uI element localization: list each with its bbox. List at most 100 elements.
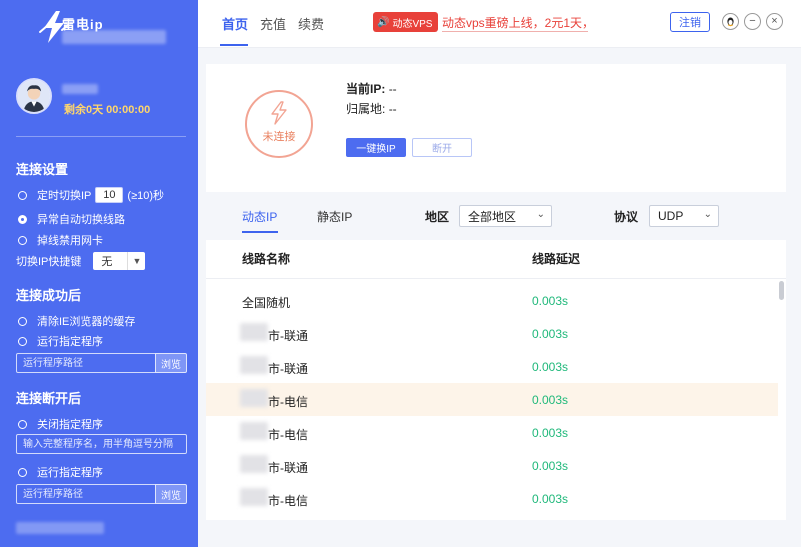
- clear-cache-label: 清除IE浏览器的缓存: [37, 316, 136, 328]
- disconnect-program-path-input[interactable]: [16, 484, 155, 504]
- disconnect-button[interactable]: 断开: [412, 138, 472, 157]
- dynamic-vps-badge[interactable]: 🔊 动态VPS: [373, 12, 439, 32]
- auto-switch-radio[interactable]: [18, 214, 27, 224]
- table-header-divider: [206, 278, 786, 279]
- tab-dynamic-ip[interactable]: 动态IP: [242, 208, 277, 225]
- tab-static-ip[interactable]: 静态IP: [317, 208, 352, 225]
- table-row[interactable]: 市-联通 0.003s: [206, 449, 778, 482]
- close-program-input[interactable]: [16, 434, 187, 454]
- list-scrollbar[interactable]: [779, 281, 784, 300]
- filter-tab-indicator: [242, 231, 278, 233]
- city-redacted: [240, 389, 268, 407]
- timed-switch-label: 定时切换IP: [37, 190, 92, 202]
- line-name: 市-电信: [268, 428, 308, 442]
- location-row: 归属地: --: [346, 100, 397, 117]
- table-row[interactable]: 市-联通 0.003s: [206, 317, 778, 350]
- success-path-row: 浏览: [16, 353, 187, 373]
- footer-redacted: [16, 522, 104, 534]
- close-program-option[interactable]: 关闭指定程序: [18, 416, 103, 432]
- location-value: --: [388, 102, 397, 116]
- on-success-title: 连接成功后: [16, 288, 82, 303]
- minimize-icon[interactable]: −: [744, 13, 761, 30]
- timed-switch-radio[interactable]: [18, 190, 27, 200]
- hotkey-select[interactable]: 无 ▼: [93, 252, 146, 270]
- active-tab-indicator: [220, 44, 248, 46]
- disable-nic-option[interactable]: 掉线禁用网卡: [18, 232, 103, 248]
- success-run-program-radio[interactable]: [18, 336, 27, 346]
- city-redacted: [240, 488, 268, 506]
- table-row[interactable]: 市-电信 0.003s: [206, 416, 778, 449]
- connection-status-ring[interactable]: 未连接: [245, 90, 313, 158]
- line-name: 市-联通: [268, 362, 308, 376]
- line-delay: 0.003s: [532, 393, 569, 407]
- close-icon[interactable]: ×: [766, 13, 783, 30]
- hotkey-row: 切换IP快捷键 无 ▼: [16, 252, 146, 270]
- line-name: 市-电信: [268, 395, 308, 409]
- city-redacted: [240, 323, 268, 341]
- success-run-program-label: 运行指定程序: [37, 336, 103, 348]
- chevron-down-icon: ⌄: [703, 209, 712, 220]
- line-name: 市-联通: [268, 461, 308, 475]
- disconnect-run-program-radio[interactable]: [18, 467, 27, 477]
- logout-button[interactable]: 注销: [670, 12, 710, 32]
- city-redacted: [240, 422, 268, 440]
- auto-switch-option[interactable]: 异常自动切换线路: [18, 211, 125, 227]
- success-run-program-option[interactable]: 运行指定程序: [18, 333, 103, 349]
- table-row[interactable]: 全国随机 0.003s: [206, 284, 778, 317]
- region-select[interactable]: 全部地区 ⌄: [459, 205, 552, 227]
- remaining-time: 剩余0天 00:00:00: [64, 104, 151, 116]
- line-delay: 0.003s: [532, 327, 569, 341]
- protocol-select[interactable]: UDP ⌄: [649, 205, 719, 227]
- clear-cache-radio[interactable]: [18, 316, 27, 326]
- current-ip-value: --: [388, 82, 397, 96]
- disconnect-run-program-option[interactable]: 运行指定程序: [18, 464, 103, 480]
- user-avatar-icon: [18, 80, 50, 112]
- disconnect-path-row: 浏览: [16, 484, 187, 504]
- disconnect-browse-button[interactable]: 浏览: [155, 484, 187, 504]
- close-program-radio[interactable]: [18, 419, 27, 429]
- success-program-path-input[interactable]: [16, 353, 155, 373]
- timed-switch-option[interactable]: 定时切换IP (≥10)秒: [18, 187, 164, 203]
- timed-switch-seconds-input[interactable]: [95, 187, 124, 203]
- avatar[interactable]: [16, 78, 52, 114]
- username-redacted: [62, 84, 98, 94]
- current-ip-label: 当前IP:: [346, 82, 386, 96]
- line-delay: 0.003s: [532, 360, 569, 374]
- hotkey-value: 无: [101, 256, 113, 268]
- line-name: 市-电信: [268, 494, 308, 508]
- line-delay: 0.003s: [532, 294, 569, 308]
- hotkey-label: 切换IP快捷键: [16, 256, 82, 268]
- auto-switch-label: 异常自动切换线路: [37, 214, 125, 226]
- sidebar-divider: [16, 136, 186, 137]
- line-name: 市-联通: [268, 329, 308, 343]
- connection-status-text: 未连接: [262, 130, 296, 143]
- chevron-down-icon: ⌄: [536, 209, 545, 220]
- brand-subtitle-redacted: [62, 30, 166, 44]
- success-browse-button[interactable]: 浏览: [155, 353, 187, 373]
- on-disconnect-title: 连接断开后: [16, 391, 82, 406]
- close-program-label: 关闭指定程序: [37, 419, 103, 431]
- table-row-selected[interactable]: 市-电信 0.003s: [206, 383, 778, 416]
- protocol-label: 协议: [614, 210, 639, 224]
- disconnect-run-program-label: 运行指定程序: [37, 467, 103, 479]
- switch-ip-button[interactable]: 一键换IP: [346, 138, 406, 157]
- line-delay: 0.003s: [532, 459, 569, 473]
- sidebar: 雷电ip 剩余0天 00:00:00 连接设置 定时切换IP (≥10)秒 异常…: [0, 0, 198, 547]
- dynamic-vps-label: 动态VPS: [392, 18, 433, 30]
- tab-recharge[interactable]: 充值: [260, 14, 286, 33]
- city-redacted: [240, 455, 268, 473]
- lightning-icon: [271, 100, 287, 125]
- qq-icon[interactable]: [722, 13, 739, 30]
- column-line-delay: 线路延迟: [532, 252, 581, 266]
- table-row[interactable]: 市-电信 0.003s: [206, 482, 778, 515]
- tab-renew[interactable]: 续费: [298, 14, 324, 33]
- table-row[interactable]: 市-联通 0.003s: [206, 350, 778, 383]
- line-name: 全国随机: [242, 296, 291, 310]
- clear-cache-option[interactable]: 清除IE浏览器的缓存: [18, 313, 135, 329]
- tab-home[interactable]: 首页: [222, 14, 248, 33]
- protocol-value: UDP: [658, 209, 684, 223]
- region-label: 地区: [425, 210, 450, 224]
- disable-nic-radio[interactable]: [18, 235, 27, 245]
- announcement-marquee[interactable]: 动态vps重磅上线，2元1天，0: [442, 14, 588, 32]
- connect-settings-title: 连接设置: [16, 162, 69, 177]
